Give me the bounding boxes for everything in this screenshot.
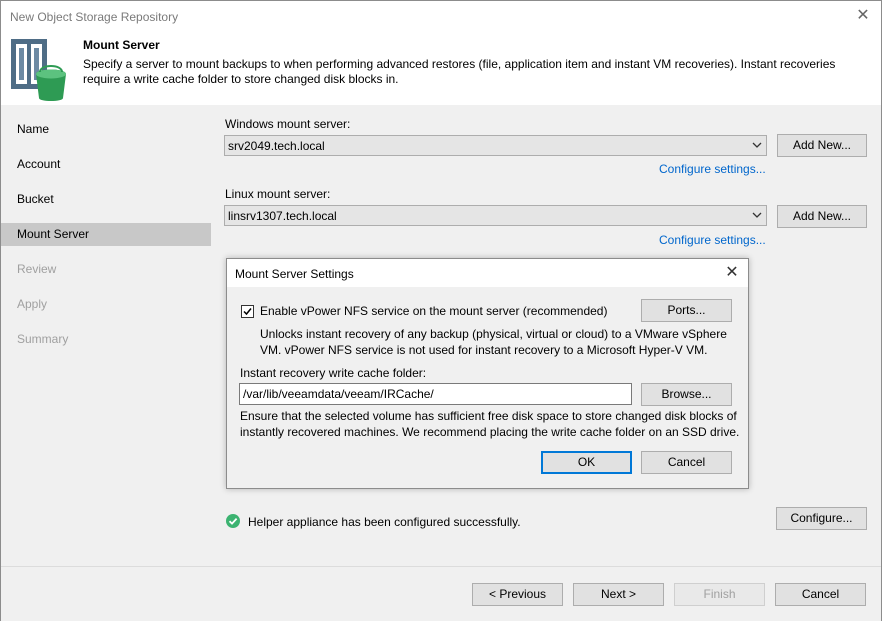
next-button[interactable]: Next > [573,583,664,606]
sidebar-item-apply: Apply [17,297,48,311]
enable-vpower-nfs-label[interactable]: Enable vPower NFS service on the mount s… [260,304,607,318]
cache-folder-input[interactable]: /var/lib/veeamdata/veeam/IRCache/ [239,383,632,405]
ok-button[interactable]: OK [541,451,632,474]
finish-button: Finish [674,583,765,606]
mount-server-settings-dialog: Mount Server Settings ✕ Enable vPower NF… [226,258,749,489]
vpower-info-line-2: VM. vPower NFS service is not used for i… [260,343,708,357]
enable-vpower-nfs-checkbox[interactable] [241,305,254,318]
linux-mount-server-select[interactable]: linsrv1307.tech.local [224,205,767,226]
wizard-steps-sidebar: Name Account Bucket Mount Server Review … [1,105,211,566]
cache-folder-value: /var/lib/veeamdata/veeam/IRCache/ [243,387,434,401]
wizard-header: Mount Server Specify a server to mount b… [1,32,881,105]
window-close-icon[interactable]: ✕ [853,6,873,26]
page-description: Specify a server to mount backups to whe… [83,57,836,86]
linux-configure-settings-link[interactable]: Configure settings... [659,233,766,247]
configure-button[interactable]: Configure... [776,507,867,530]
status-text: Helper appliance has been configured suc… [248,515,521,529]
sidebar-item-bucket[interactable]: Bucket [1,188,211,211]
title-bar: New Object Storage Repository ✕ [1,1,881,32]
cache-folder-label: Instant recovery write cache folder: [240,366,427,380]
chevron-down-icon [752,142,762,148]
dialog-title-bar: Mount Server Settings ✕ [227,259,748,287]
cache-note-line-2: instantly recovered machines. We recomme… [240,425,740,439]
vpower-info-line-1: Unlocks instant recovery of any backup (… [260,327,727,341]
wizard-footer: < Previous Next > Finish Cancel [1,566,881,621]
browse-button[interactable]: Browse... [641,383,732,406]
windows-mount-server-label: Windows mount server: [225,117,351,131]
linux-add-new-button[interactable]: Add New... [777,205,867,228]
window-title: New Object Storage Repository [10,10,179,24]
success-check-icon [226,514,240,528]
dialog-title: Mount Server Settings [235,267,354,281]
previous-button[interactable]: < Previous [472,583,563,606]
windows-add-new-button[interactable]: Add New... [777,134,867,157]
sidebar-item-review: Review [17,262,57,276]
chevron-down-icon [752,212,762,218]
linux-mount-server-value: linsrv1307.tech.local [228,209,337,223]
wizard-window: New Object Storage Repository ✕ Mount Se… [0,0,882,621]
sidebar-item-summary: Summary [17,332,69,346]
windows-mount-server-value: srv2049.tech.local [228,139,325,153]
sidebar-item-account[interactable]: Account [1,153,211,176]
sidebar-item-name[interactable]: Name [1,118,211,141]
dialog-close-icon[interactable]: ✕ [722,263,742,283]
dialog-cancel-button[interactable]: Cancel [641,451,732,474]
linux-mount-server-label: Linux mount server: [225,187,331,201]
checkmark-icon [243,308,252,316]
page-title: Mount Server [83,38,160,52]
cache-note-line-1: Ensure that the selected volume has suff… [240,409,737,423]
ports-button[interactable]: Ports... [641,299,732,322]
object-storage-bucket-icon [11,39,66,101]
cancel-button[interactable]: Cancel [775,583,866,606]
windows-mount-server-select[interactable]: srv2049.tech.local [224,135,767,156]
windows-configure-settings-link[interactable]: Configure settings... [659,162,766,176]
sidebar-item-mount-server[interactable]: Mount Server [1,223,211,246]
